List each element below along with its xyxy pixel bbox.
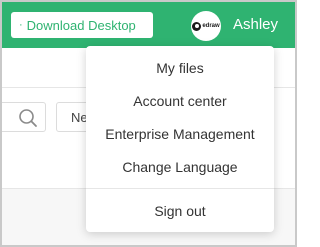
menu-item-change-language[interactable]: Change Language <box>86 153 274 181</box>
user-menu-dropdown: My files Account center Enterprise Manag… <box>86 46 274 232</box>
menu-item-label: Change Language <box>122 159 238 175</box>
app-window: · Download Desktop edraw Ashley Ne My fi… <box>0 0 297 247</box>
menu-item-label: Enterprise Management <box>105 126 255 142</box>
download-desktop-label: Download Desktop <box>26 17 136 33</box>
sign-out-button[interactable]: Sign out <box>86 197 274 225</box>
menu-item-enterprise-management[interactable]: Enterprise Management <box>86 120 274 148</box>
menu-item-label: My files <box>156 60 204 76</box>
menu-item-label: Account center <box>133 93 227 109</box>
avatar-logo-text: edraw <box>202 23 220 29</box>
menu-item-my-files[interactable]: My files <box>86 54 274 82</box>
sign-out-label: Sign out <box>154 203 206 219</box>
edraw-logo-icon <box>192 21 202 31</box>
dot-icon: · <box>19 19 23 31</box>
menu-item-account-center[interactable]: Account center <box>86 87 274 115</box>
download-desktop-button[interactable]: · Download Desktop <box>11 12 153 38</box>
menu-divider <box>86 188 274 189</box>
search-icon[interactable] <box>18 108 38 128</box>
top-bar: · Download Desktop edraw Ashley <box>2 2 295 48</box>
avatar[interactable]: edraw <box>191 11 221 41</box>
username[interactable]: Ashley <box>233 16 278 33</box>
